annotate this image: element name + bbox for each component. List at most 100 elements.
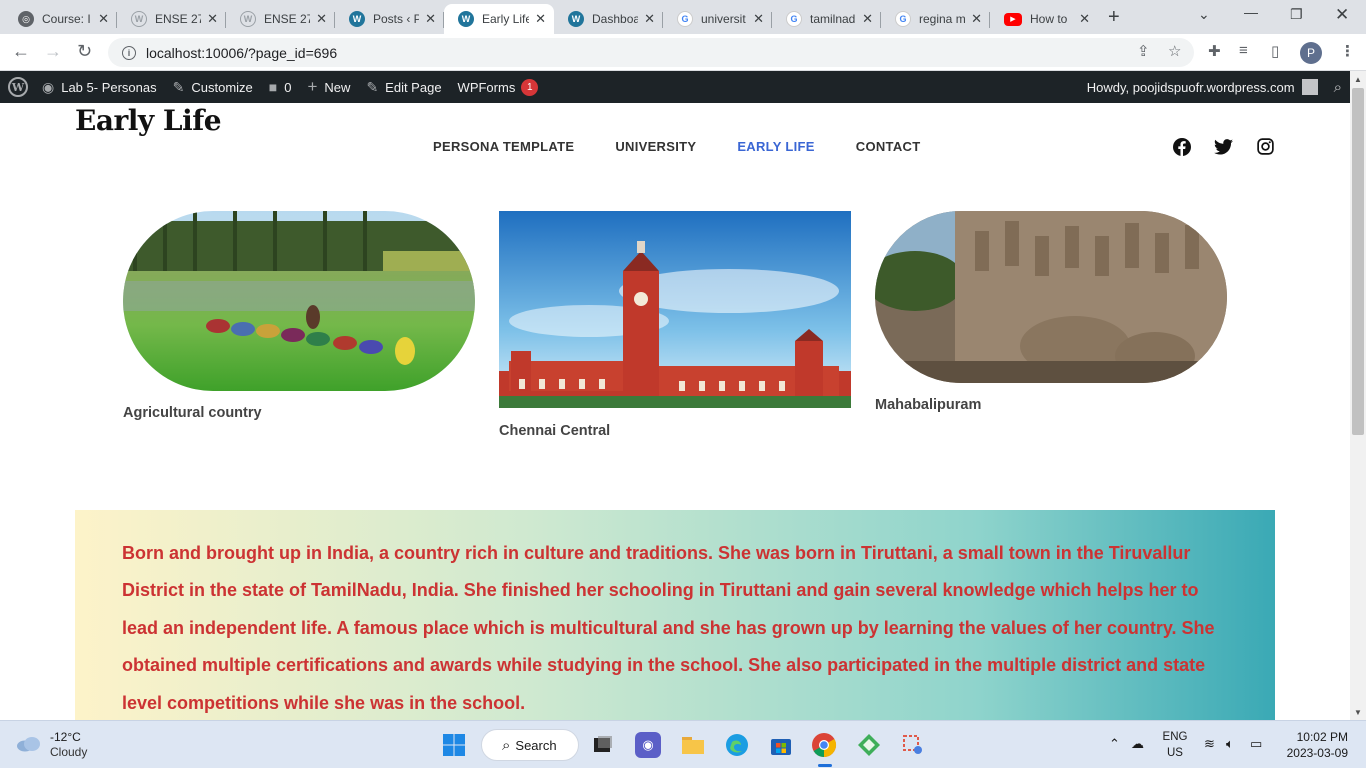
scroll-down-icon[interactable]: ▼ (1354, 708, 1362, 717)
browser-tab[interactable]: W ENSE 27 ✕ (226, 4, 335, 34)
wordpress-icon: W (131, 11, 147, 27)
browser-tab[interactable]: ▶ How to ✕ (990, 4, 1098, 34)
extensions-icon[interactable]: ✚ (1208, 42, 1221, 60)
weather-temp: -12°C (50, 730, 81, 744)
wifi-icon[interactable]: ≋ (1204, 736, 1215, 752)
battery-icon[interactable]: ▭ (1250, 736, 1262, 752)
windows-taskbar: -12°C Cloudy ⌕ Search ◉ ⌃ ☁ ENG US ≋ 🔈︎ … (0, 720, 1366, 768)
browser-tab[interactable]: ◎ Course: I ✕ (4, 4, 117, 34)
chrome-icon[interactable] (811, 732, 837, 758)
brush-icon: ✎ (172, 78, 185, 95)
close-icon[interactable]: ✕ (98, 11, 109, 27)
site-info-icon[interactable]: i (122, 45, 136, 60)
mahabalipuram-image[interactable] (875, 211, 1227, 383)
tab-search-icon[interactable]: ⌄ (1198, 6, 1210, 23)
rice-field-image[interactable] (123, 211, 475, 391)
weather-widget[interactable]: -12°C Cloudy (16, 730, 87, 760)
address-bar[interactable]: i localhost:10006/?page_id=696 (108, 38, 1194, 67)
dashboard-icon: ◉ (42, 78, 55, 95)
taskbar-search[interactable]: ⌕ Search (481, 729, 579, 761)
app-green-icon[interactable] (856, 732, 882, 758)
chennai-central-image[interactable] (499, 211, 851, 408)
close-icon[interactable]: ✕ (1079, 11, 1090, 27)
google-icon: G (677, 11, 693, 27)
microsoft-store-icon[interactable] (768, 732, 794, 758)
close-icon[interactable]: ✕ (316, 11, 327, 27)
forward-icon[interactable]: → (44, 41, 62, 62)
browser-tab[interactable]: W Dashboa ✕ (554, 4, 663, 34)
browser-tab-active[interactable]: W Early Life ✕ (444, 4, 554, 34)
tab-label: Early Life (482, 12, 530, 26)
twitter-icon[interactable] (1214, 137, 1233, 156)
browser-tab[interactable]: W ENSE 27 ✕ (117, 4, 226, 34)
comment-icon: ■ (268, 79, 278, 95)
task-view-icon[interactable] (590, 732, 616, 758)
gallery-caption: Mahabalipuram (875, 397, 982, 413)
close-icon[interactable]: ✕ (644, 11, 655, 27)
admin-wpforms[interactable]: WPForms 1 (458, 78, 539, 96)
admin-customize[interactable]: ✎ Customize (173, 79, 253, 96)
scroll-up-icon[interactable]: ▲ (1354, 75, 1362, 84)
wordpress-icon: W (240, 11, 256, 27)
close-icon[interactable]: ✕ (535, 11, 546, 27)
weather-desc: Cloudy (50, 745, 88, 759)
browser-tab[interactable]: W Posts ‹ P ✕ (335, 4, 444, 34)
media-control-icon[interactable]: ≡ (1239, 42, 1248, 59)
file-explorer-icon[interactable] (680, 732, 706, 758)
edge-icon[interactable] (724, 732, 750, 758)
tab-label: tamilnad (810, 12, 856, 26)
language-indicator[interactable]: ENG US (1162, 729, 1188, 761)
side-panel-icon[interactable]: ▯ (1271, 42, 1279, 60)
google-icon: G (786, 11, 802, 27)
nav-university[interactable]: UNIVERSITY (615, 139, 696, 154)
avatar[interactable]: P (1300, 42, 1322, 64)
new-tab-button[interactable]: + (1108, 6, 1120, 29)
close-icon[interactable]: ✕ (862, 11, 873, 27)
close-icon[interactable]: ✕ (207, 11, 218, 27)
scrollbar-thumb[interactable] (1352, 88, 1364, 435)
site-title[interactable]: Early Life (75, 104, 222, 137)
onedrive-icon[interactable]: ☁ (1131, 736, 1144, 752)
wordpress-logo-icon[interactable]: W (8, 77, 28, 97)
gallery-item: Mahabalipuram (875, 211, 1227, 421)
system-clock[interactable]: 10:02 PM 2023-03-09 (1280, 729, 1348, 761)
share-icon[interactable]: ⇪ (1137, 42, 1150, 60)
teams-chat-icon[interactable]: ◉ (635, 732, 661, 758)
facebook-icon[interactable] (1172, 137, 1191, 156)
admin-howdy[interactable]: Howdy, poojidspuofr.wordpress.com (1087, 80, 1295, 95)
plus-icon: + (307, 77, 318, 96)
page-scrollbar[interactable]: ▲ ▼ (1350, 71, 1366, 720)
tab-label: Dashboa (592, 12, 639, 26)
close-icon[interactable]: ✕ (425, 11, 436, 27)
close-window-button[interactable]: ✕ (1335, 5, 1349, 25)
admin-edit-page[interactable]: ✎ Edit Page (366, 79, 441, 96)
avatar[interactable] (1301, 79, 1318, 95)
reload-icon[interactable]: ↻ (77, 41, 92, 62)
chrome-menu-icon[interactable]: ⋮ (1340, 42, 1355, 60)
wordpress-icon: W (458, 11, 474, 27)
admin-new[interactable]: + New (307, 77, 350, 97)
volume-icon[interactable]: 🔈︎ (1226, 736, 1234, 752)
youtube-icon: ▶ (1004, 12, 1022, 26)
search-icon[interactable]: ⌕ (1334, 79, 1342, 96)
nav-early-life[interactable]: EARLY LIFE (737, 139, 814, 154)
bookmark-star-icon[interactable]: ☆ (1168, 42, 1181, 60)
browser-tab[interactable]: G regina m ✕ (881, 4, 990, 34)
minimize-button[interactable]: — (1244, 4, 1258, 20)
nav-contact[interactable]: CONTACT (856, 139, 921, 154)
browser-tab[interactable]: G tamilnad ✕ (772, 4, 881, 34)
wordpress-icon: W (349, 11, 365, 27)
windows-start-icon[interactable] (441, 732, 467, 758)
instagram-icon[interactable] (1256, 137, 1275, 156)
admin-comments[interactable]: ■ 0 (269, 79, 292, 95)
back-icon[interactable]: ← (12, 41, 30, 62)
browser-tab[interactable]: G universit ✕ (663, 4, 772, 34)
close-icon[interactable]: ✕ (971, 11, 982, 27)
nav-persona-template[interactable]: PERSONA TEMPLATE (433, 139, 574, 154)
admin-site-name[interactable]: ◉ Lab 5- Personas (42, 79, 157, 96)
restore-button[interactable]: ❐ (1290, 6, 1303, 23)
close-icon[interactable]: ✕ (753, 11, 764, 27)
snipping-tool-icon[interactable] (900, 732, 926, 758)
browser-toolbar: ← → ↻ i localhost:10006/?page_id=696 ⇪ ☆… (0, 34, 1366, 71)
chevron-up-icon[interactable]: ⌃ (1109, 736, 1120, 752)
